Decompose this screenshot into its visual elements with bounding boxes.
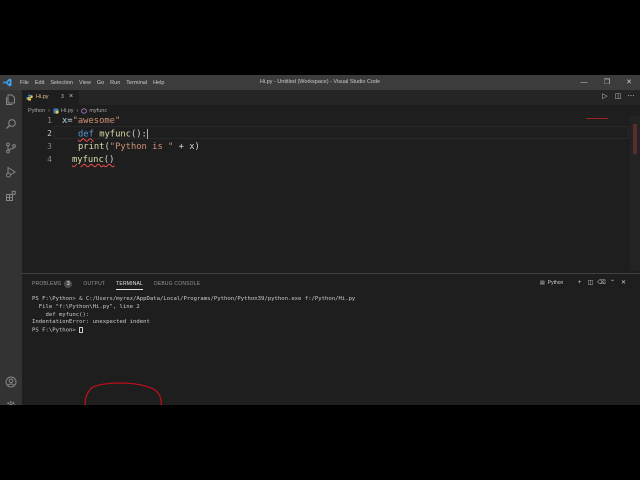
breadcrumb-file[interactable]: Hi.py xyxy=(61,108,74,114)
code-line-4: myfunc() xyxy=(72,155,114,165)
minimize-icon[interactable]: — xyxy=(573,75,595,90)
close-panel-icon[interactable]: ✕ xyxy=(619,278,628,288)
terminal-line: IndentationError: unexpected indent xyxy=(32,319,150,326)
terminal-line: def myfunc(): xyxy=(32,311,90,318)
chevron-right-icon: › xyxy=(76,108,79,114)
tab-terminal[interactable]: TERMINAL xyxy=(116,281,143,290)
restore-icon[interactable]: ❐ xyxy=(596,75,618,90)
split-terminal-icon[interactable]: ◫ xyxy=(586,278,595,288)
code-line-3: print("Python is " + x) xyxy=(78,142,200,152)
close-tab-icon[interactable]: × xyxy=(69,93,73,100)
token-string: "Python is " xyxy=(109,142,174,152)
add-terminal-icon[interactable]: + xyxy=(575,278,584,288)
activity-bar xyxy=(0,90,22,405)
tab-problems-label: PROBLEMS xyxy=(32,281,62,287)
menu-view[interactable]: View xyxy=(79,80,91,86)
tab-problem-count: 3 xyxy=(61,94,64,100)
line-number: 4 xyxy=(47,155,52,164)
tab-label: Hi.py xyxy=(36,94,49,100)
run-debug-icon[interactable] xyxy=(5,166,17,178)
more-actions-icon[interactable]: ⋯ xyxy=(626,92,636,102)
terminal-line: File "f:\Python\Hi.py", line 2 xyxy=(32,303,140,310)
problems-count-badge: 3 xyxy=(64,280,73,288)
token-punctuation: (): xyxy=(130,129,147,140)
terminal-prompt: PS F:\Python> xyxy=(32,327,80,334)
bottom-panel: PROBLEMS 3 OUTPUT TERMINAL DEBUG CONSOLE … xyxy=(22,273,640,405)
terminal-output[interactable]: PS F:\Python> & C:/Users/myrez/AppData/L… xyxy=(32,296,632,396)
run-file-icon[interactable]: ▷ xyxy=(600,92,610,102)
minimap-error-marker xyxy=(586,118,608,119)
menu-run[interactable]: Run xyxy=(110,80,120,86)
tab-debug-console[interactable]: DEBUG CONSOLE xyxy=(154,281,200,287)
menu-help[interactable]: Help xyxy=(153,80,164,86)
token-expression: + x) xyxy=(173,142,200,152)
terminal-prompt-line: PS F:\Python> xyxy=(32,327,632,335)
code-line-1: x="awesome" xyxy=(62,116,120,126)
text-cursor xyxy=(146,129,148,139)
trash-icon[interactable]: ⌫ xyxy=(597,278,606,288)
menu-go[interactable]: Go xyxy=(97,80,104,86)
tab-output[interactable]: OUTPUT xyxy=(83,281,105,287)
panel-tabs: PROBLEMS 3 OUTPUT TERMINAL DEBUG CONSOLE xyxy=(32,278,211,290)
code-editor[interactable]: 1 2 3 4 x="awesome" def myfunc(): print(… xyxy=(22,116,632,271)
menu-selection[interactable]: Selection xyxy=(50,80,73,86)
function-symbol-icon xyxy=(81,108,87,114)
token-function: myfunc xyxy=(72,155,104,165)
split-editor-icon[interactable]: ◫ xyxy=(613,92,623,102)
code-line-2: def myfunc(): xyxy=(78,129,148,140)
source-control-icon[interactable] xyxy=(5,142,17,154)
token-keyword: def xyxy=(78,129,94,140)
vscode-window: File Edit Selection View Go Run Terminal… xyxy=(0,75,640,405)
menu-terminal[interactable]: Terminal xyxy=(126,80,147,86)
explorer-icon[interactable] xyxy=(5,94,17,106)
extensions-icon[interactable] xyxy=(5,190,17,202)
menu-file[interactable]: File xyxy=(20,80,29,86)
vscode-logo-icon xyxy=(3,78,12,87)
terminal-line: PS F:\Python> & C:/Users/myrez/AppData/L… xyxy=(32,296,356,302)
editor-tab-bar: Hi.py 3 × ▷ ◫ ⋯ xyxy=(22,90,640,105)
terminal-cursor xyxy=(79,327,84,334)
token-function: myfunc xyxy=(99,129,131,140)
python-file-icon xyxy=(26,94,33,101)
scrollbar-error-marker xyxy=(633,124,637,154)
tab-hi-py[interactable]: Hi.py 3 × xyxy=(22,90,79,105)
tab-problems[interactable]: PROBLEMS 3 xyxy=(32,280,73,288)
account-icon[interactable] xyxy=(5,376,17,388)
terminal-selector[interactable]: ▤ Python xyxy=(540,278,563,288)
token-string: "awesome" xyxy=(72,116,121,126)
terminal-icon: ▤ xyxy=(540,280,545,286)
token-punctuation: () xyxy=(103,155,115,165)
menu-bar: File Edit Selection View Go Run Terminal… xyxy=(20,75,170,90)
breadcrumb: Python › Hi.py › myfunc xyxy=(28,106,107,116)
close-window-icon[interactable]: ✕ xyxy=(618,75,640,90)
menu-edit[interactable]: Edit xyxy=(35,80,44,86)
chevron-right-icon: › xyxy=(48,108,50,114)
token-function: print xyxy=(78,142,105,152)
line-number: 2 xyxy=(47,129,52,138)
terminal-selector-label: Python xyxy=(547,280,564,286)
search-icon[interactable] xyxy=(5,118,17,130)
gear-icon[interactable] xyxy=(5,400,17,405)
breadcrumb-symbol[interactable]: myfunc xyxy=(89,108,107,114)
line-number: 3 xyxy=(47,142,52,151)
breadcrumb-folder[interactable]: Python xyxy=(28,108,45,114)
editor-scrollbar[interactable] xyxy=(630,116,640,271)
chevron-up-icon[interactable]: ⌃ xyxy=(608,278,617,288)
line-number: 1 xyxy=(47,116,52,125)
title-bar: File Edit Selection View Go Run Terminal… xyxy=(0,75,640,90)
python-file-icon xyxy=(53,108,59,114)
